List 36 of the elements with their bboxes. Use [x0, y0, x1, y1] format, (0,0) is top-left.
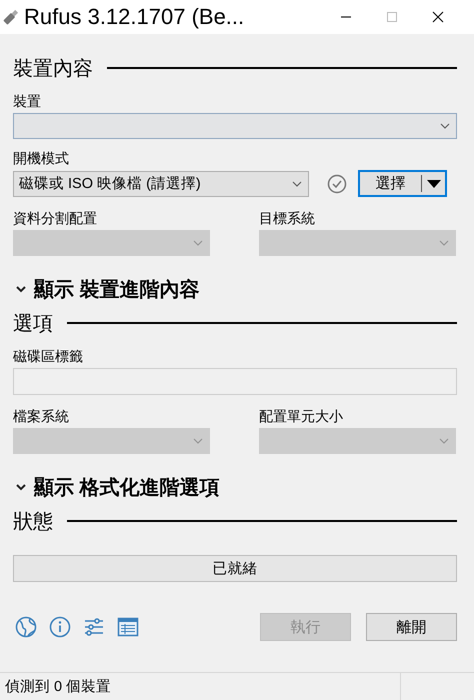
section-heading: 狀態	[13, 510, 53, 534]
section-heading: 選項	[13, 312, 53, 336]
chevron-icon	[193, 438, 203, 444]
chevron-icon	[193, 240, 203, 246]
field-label: 目標系統	[259, 209, 316, 227]
info-icon[interactable]	[49, 616, 71, 638]
dropdown[interactable]: 磁碟或 ISO 映像檔 (請選擇)	[13, 170, 309, 196]
status-text: 已就緒	[212, 560, 258, 578]
chevron-icon	[440, 123, 450, 129]
select-button[interactable]: 選擇	[358, 170, 447, 197]
field-label: 裝置	[13, 92, 42, 110]
maximize-icon[interactable]	[386, 11, 398, 23]
status-message: 偵測到 0 個裝置	[4, 678, 112, 696]
field-label: 開機模式	[13, 149, 70, 167]
close-icon[interactable]	[432, 11, 444, 23]
chevron-icon	[439, 438, 449, 444]
settings-icon[interactable]	[83, 616, 105, 638]
section-heading: 裝置內容	[13, 56, 93, 82]
expander-toggle[interactable]: 顯示 裝置進階內容	[34, 276, 200, 302]
chevron-icon	[292, 180, 302, 186]
dropdown-arrow-icon	[427, 180, 441, 188]
usb-drive-icon	[2, 8, 20, 26]
dropdown[interactable]	[13, 113, 457, 139]
expander-toggle[interactable]: 顯示 格式化進階選項	[34, 474, 220, 500]
close-button[interactable]: 離開	[366, 613, 457, 641]
chevron-down-icon[interactable]	[16, 483, 26, 491]
field-label: 配置單元大小	[259, 407, 344, 425]
checkmark-circle-icon[interactable]	[327, 174, 347, 194]
chevron-icon	[439, 240, 449, 246]
table-icon[interactable]	[117, 616, 139, 638]
globe-icon[interactable]	[15, 616, 37, 638]
chevron-down-icon[interactable]	[16, 285, 26, 293]
field-label: 磁碟區標籤	[13, 347, 84, 365]
window-title: Rufus 3.12.1707 (Be...	[24, 4, 246, 30]
field-label: 資料分割配置	[13, 209, 98, 227]
field-label: 檔案系統	[13, 407, 70, 425]
